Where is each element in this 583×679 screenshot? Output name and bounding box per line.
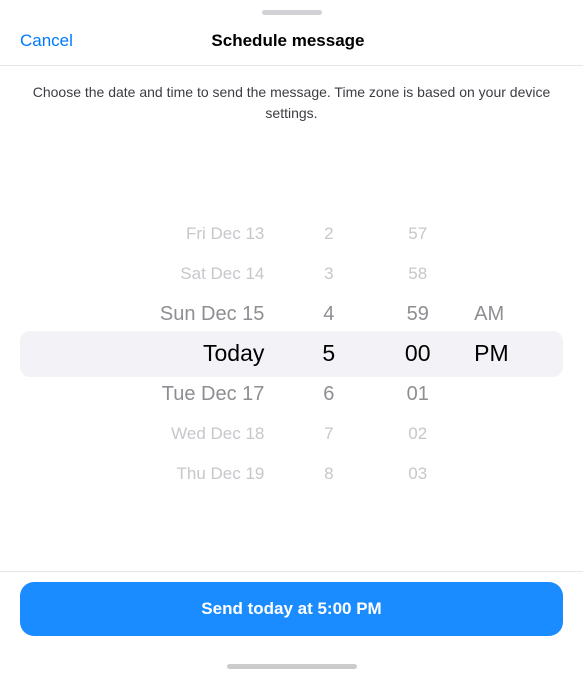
picker-date-item: Sat Dec 14 [180, 254, 264, 294]
picker-date-item: Sun Dec 15 [160, 294, 265, 334]
picker-hour-item: 3 [324, 254, 333, 294]
send-button[interactable]: Send today at 5:00 PM [20, 582, 563, 636]
picker-date-item: Thu Dec 19 [177, 454, 265, 494]
picker-fade-top [0, 136, 583, 216]
subtitle-text: Choose the date and time to send the mes… [0, 66, 583, 136]
picker-minute-column[interactable]: 57 58 59 00 01 02 03 [373, 214, 462, 494]
picker-hour-item-selected: 5 [322, 334, 335, 374]
picker-hour-item: 7 [324, 414, 333, 454]
picker-minute-item: 57 [408, 214, 427, 254]
picker-ampm-item [474, 414, 479, 454]
picker-date-item: Wed Dec 18 [171, 414, 264, 454]
picker-ampm-column[interactable]: AM PM [462, 214, 563, 494]
picker-minute-item: 58 [408, 254, 427, 294]
picker-hour-item: 6 [323, 374, 334, 414]
picker-ampm-item [474, 214, 479, 254]
picker-container[interactable]: Fri Dec 13 Sat Dec 14 Sun Dec 15 Today T… [0, 136, 583, 571]
picker-date-item: Tue Dec 17 [162, 374, 265, 414]
picker-date-column[interactable]: Fri Dec 13 Sat Dec 14 Sun Dec 15 Today T… [20, 214, 284, 494]
header: Cancel Schedule message [0, 15, 583, 66]
home-indicator [227, 664, 357, 669]
picker-date-item-selected: Today [203, 334, 264, 374]
button-area: Send today at 5:00 PM [0, 572, 583, 656]
picker-minute-item-selected: 00 [405, 334, 431, 374]
picker-minute-item: 02 [408, 414, 427, 454]
picker-hour-item: 4 [323, 294, 334, 334]
picker-date-item: Fri Dec 13 [186, 214, 264, 254]
picker-ampm-item [474, 374, 480, 414]
picker-ampm-item [474, 454, 479, 494]
picker-fade-bottom [0, 491, 583, 571]
picker-hour-item: 2 [324, 214, 333, 254]
picker-minute-item: 03 [408, 454, 427, 494]
cancel-button[interactable]: Cancel [20, 31, 73, 51]
picker-hour-column[interactable]: 2 3 4 5 6 7 8 [284, 214, 373, 494]
picker-minute-item: 59 [407, 294, 429, 334]
picker-columns: Fri Dec 13 Sat Dec 14 Sun Dec 15 Today T… [20, 214, 563, 494]
phone-container: Cancel Schedule message Choose the date … [0, 0, 583, 679]
picker-minute-item: 01 [407, 374, 429, 414]
picker-hour-item: 8 [324, 454, 333, 494]
header-title: Schedule message [211, 31, 364, 51]
picker-ampm-item: AM [474, 294, 504, 334]
picker-ampm-item-selected: PM [474, 334, 509, 374]
picker-ampm-item [474, 254, 479, 294]
